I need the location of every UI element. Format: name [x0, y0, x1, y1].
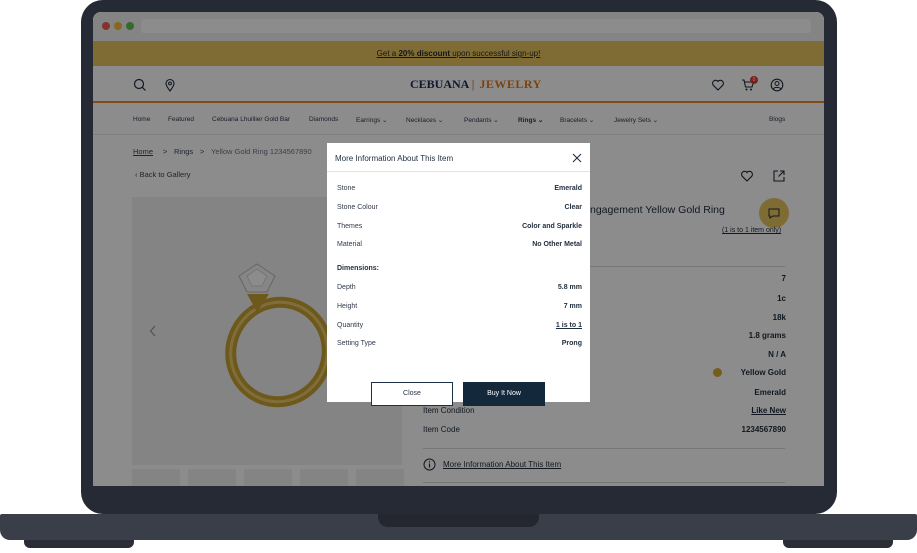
modal-divider [327, 171, 590, 172]
detail-label: Themes [337, 223, 363, 230]
detail-value-link[interactable]: 1 is to 1 [556, 322, 582, 329]
detail-value: 5.8 mm [557, 284, 582, 291]
detail-label: Depth [337, 284, 356, 291]
detail-value: 7 mm [563, 303, 582, 310]
detail-label: Quantity [337, 322, 364, 329]
detail-label: Stone [337, 185, 356, 192]
detail-value: No Other Metal [532, 241, 582, 248]
close-button[interactable]: Close [371, 382, 453, 406]
laptop-foot-left [24, 540, 134, 548]
more-info-modal: More Information About This Item Stone Em… [327, 143, 590, 406]
laptop-foot-right [783, 540, 893, 548]
screen: Get a 20% discount upon successful sign-… [93, 12, 824, 486]
dimensions-heading: Dimensions: [337, 265, 380, 272]
detail-value: Prong [561, 340, 582, 347]
detail-label: Material [337, 241, 362, 248]
detail-label: Setting Type [337, 340, 376, 347]
detail-value: Color and Sparkle [522, 223, 582, 230]
modal-title: More Information About This Item [335, 154, 454, 163]
detail-label: Height [337, 303, 358, 310]
detail-value: Emerald [554, 185, 582, 192]
detail-value: Clear [564, 204, 582, 211]
laptop-notch [378, 514, 539, 527]
buy-it-now-button[interactable]: Buy It Now [463, 382, 545, 406]
detail-label: Stone Colour [337, 204, 378, 211]
close-icon[interactable] [571, 152, 583, 164]
